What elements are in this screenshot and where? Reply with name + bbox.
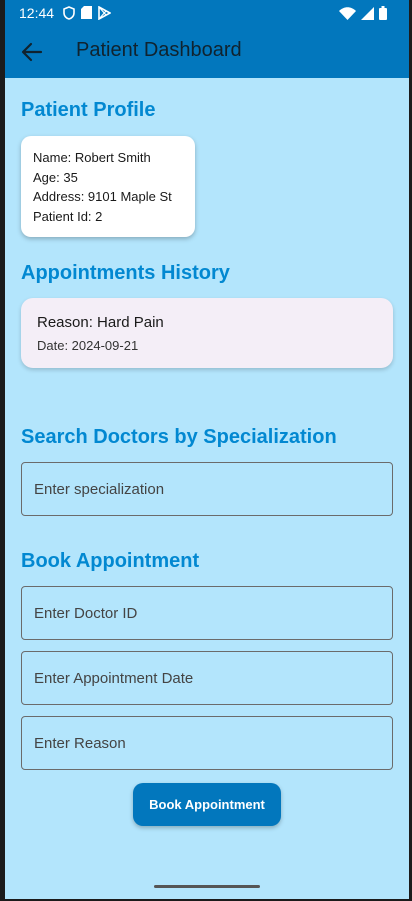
book-appointment-button[interactable]: Book Appointment (133, 783, 281, 826)
profile-address: Address: 9101 Maple St (33, 189, 172, 204)
reason-input[interactable]: Enter Reason (21, 716, 393, 770)
booking-section-title: Book Appointment (21, 550, 200, 572)
status-icons-right (339, 6, 387, 20)
appointment-date: Date: 2024-09-21 (37, 338, 139, 353)
profile-name: Name: Robert Smith (33, 150, 151, 165)
doctor-id-input[interactable]: Enter Doctor ID (21, 586, 393, 640)
status-icons-left (63, 6, 111, 20)
app-bar: Patient Dashboard (5, 26, 409, 78)
reason-placeholder: Enter Reason (34, 735, 126, 752)
appointment-card[interactable]: Reason: Hard Pain Date: 2024-09-21 (21, 298, 393, 368)
profile-age: Age: 35 (33, 169, 78, 185)
doctor-id-placeholder: Enter Doctor ID (34, 605, 138, 622)
sd-card-icon (81, 6, 92, 19)
play-store-icon (98, 6, 111, 20)
specialization-input[interactable]: Enter specialization (21, 462, 393, 516)
page-title: Patient Dashboard (76, 39, 242, 61)
signal-icon (361, 6, 374, 20)
gesture-nav-handle[interactable] (154, 885, 260, 888)
wifi-icon (339, 6, 356, 20)
arrow-back-icon[interactable] (19, 39, 45, 65)
search-section-title: Search Doctors by Specialization (21, 426, 337, 448)
appointment-date-placeholder: Enter Appointment Date (34, 670, 194, 687)
profile-patient-id: Patient Id: 2 (33, 208, 103, 224)
status-bar: 12:44 (5, 0, 409, 26)
battery-icon (379, 6, 387, 20)
status-time: 12:44 (19, 5, 55, 21)
profile-card: Name: Robert Smith Age: 35 Address: 9101… (21, 136, 195, 237)
profile-section-title: Patient Profile (21, 99, 156, 121)
appointment-date-input[interactable]: Enter Appointment Date (21, 651, 393, 705)
shield-icon (63, 6, 75, 20)
specialization-placeholder: Enter specialization (34, 481, 165, 498)
appointment-reason: Reason: Hard Pain (37, 314, 164, 331)
history-section-title: Appointments History (21, 262, 230, 284)
